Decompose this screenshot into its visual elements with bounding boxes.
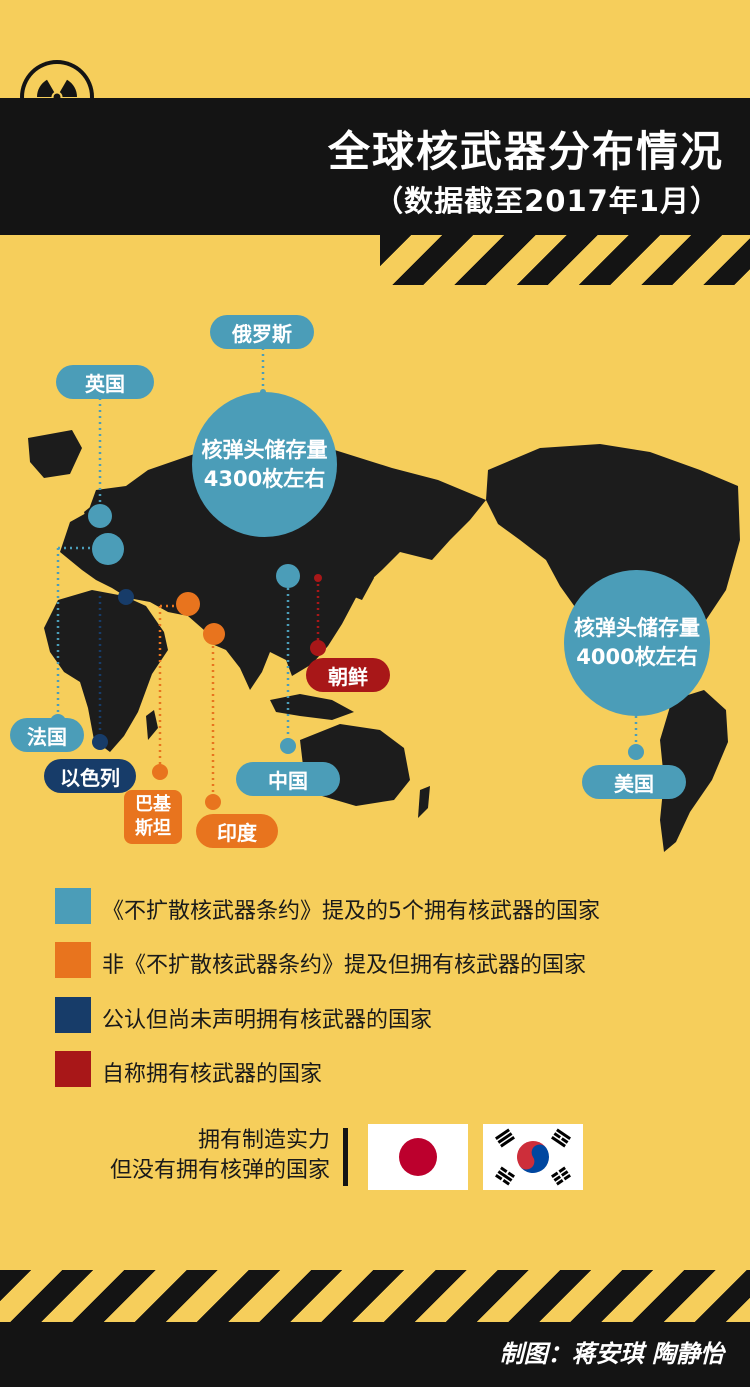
capable-divider (343, 1128, 348, 1186)
legend-swatch-npt (55, 888, 91, 924)
madagascar-shape (146, 710, 158, 740)
france-label: 法国 (10, 718, 84, 752)
infographic: 全球核武器分布情况 （数据截至2017年1月） 核弹头储存量 4300枚左右 核… (0, 0, 750, 1387)
russia-stockpile-value: 4300枚左右 (203, 466, 326, 491)
china-dot (276, 564, 300, 588)
south-korea-flag-icon (483, 1124, 583, 1190)
uk-dot (88, 504, 112, 528)
pakistan-end-dot (152, 764, 168, 780)
usa-stockpile-circle: 核弹头储存量 4000枚左右 (564, 570, 710, 716)
japan-flag-icon (368, 1124, 468, 1190)
se-asia-shape (270, 694, 354, 720)
capable-caption-line2: 但没有拥有核弹的国家 (109, 1158, 330, 1183)
north-korea-label: 朝鲜 (306, 658, 390, 692)
legend-swatch-undeclared (55, 997, 91, 1033)
pakistan-dot (176, 592, 200, 616)
legend-swatch-non-npt (55, 942, 91, 978)
pakistan-label-line2: 斯坦 (135, 818, 171, 839)
usa-label: 美国 (582, 765, 686, 799)
israel-end-dot (92, 734, 108, 750)
page-subtitle: （数据截至2017年1月） (374, 184, 720, 218)
legend-npt: 《不扩散核武器条约》提及的5个拥有核武器的国家 (102, 899, 600, 924)
uk-label: 英国 (56, 365, 154, 399)
north-korea-dot (314, 574, 322, 582)
legend-swatch-self-declared (55, 1051, 91, 1087)
india-end-dot (205, 794, 221, 810)
legend-self-declared: 自称拥有核武器的国家 (102, 1062, 323, 1087)
russia-stockpile-circle: 核弹头储存量 4300枚左右 (192, 392, 337, 537)
capable-caption: 拥有制造实力 但没有拥有核弹的国家 (110, 1126, 330, 1186)
russia-label: 俄罗斯 (210, 315, 314, 349)
israel-dot (118, 589, 134, 605)
india-label: 印度 (196, 814, 278, 848)
hazard-stripes-top (380, 235, 750, 285)
page-title: 全球核武器分布情况 (327, 127, 724, 176)
legend-undeclared: 公认但尚未声明拥有核武器的国家 (102, 1008, 433, 1033)
china-label: 中国 (236, 762, 340, 796)
israel-label: 以色列 (44, 759, 136, 793)
greenland-shape (28, 430, 82, 478)
capable-caption-line1: 拥有制造实力 (197, 1128, 330, 1153)
usa-stockpile-label: 核弹头储存量 (574, 616, 700, 640)
hazard-stripes-bottom (0, 1270, 750, 1322)
pakistan-label: 巴基 斯坦 (124, 790, 182, 844)
usa-end-dot (628, 744, 644, 760)
new-zealand-shape (418, 786, 430, 818)
russia-stockpile-label: 核弹头储存量 (201, 437, 328, 462)
credit-text: 制图：蒋安琪 陶静怡 (499, 1340, 724, 1368)
south-korea-flag (483, 1124, 583, 1190)
legend-non-npt: 非《不扩散核武器条约》提及但拥有核武器的国家 (102, 953, 587, 978)
china-end-dot (280, 738, 296, 754)
usa-stockpile-value: 4000枚左右 (576, 645, 698, 669)
pakistan-label-line1: 巴基 (135, 794, 171, 815)
north-korea-end-dot (310, 640, 326, 656)
india-dot (203, 623, 225, 645)
japan-flag (368, 1124, 468, 1190)
france-dot (92, 533, 124, 565)
